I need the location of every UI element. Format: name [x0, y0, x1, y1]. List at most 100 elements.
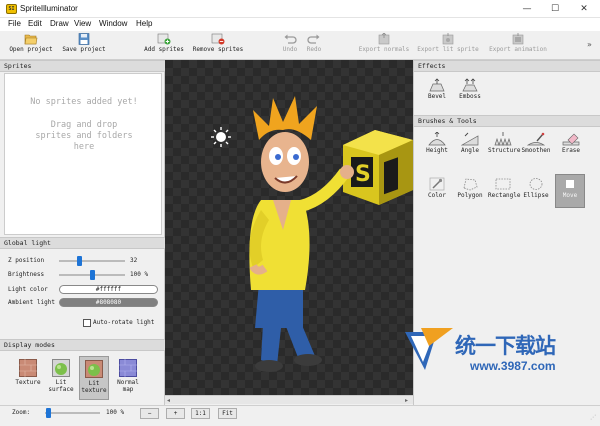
menu-draw[interactable]: Draw	[50, 19, 69, 28]
effects-header: Effects	[414, 60, 600, 72]
watermark-logo-icon	[405, 328, 453, 370]
smoothen-brush-icon	[527, 132, 545, 146]
zoom-1-1-button[interactable]: 1:1	[191, 408, 210, 419]
remove-sprites-button[interactable]: Remove sprites	[190, 33, 246, 58]
auto-rotate-label: Auto-rotate light	[93, 319, 155, 326]
light-color-label: Light color	[8, 286, 48, 293]
color-picker-icon	[429, 177, 445, 191]
brightness-label: Brightness	[8, 271, 45, 278]
emboss-icon	[462, 78, 478, 92]
menu-edit[interactable]: Edit	[28, 19, 42, 28]
menu-window[interactable]: Window	[99, 19, 127, 28]
open-project-button[interactable]: Open project	[8, 33, 54, 58]
ambient-light-picker[interactable]: #808080	[59, 298, 158, 307]
sprites-drop-area[interactable]: No sprites added yet! Drag and drop spri…	[4, 73, 162, 235]
zoom-out-button[interactable]: −	[140, 408, 159, 419]
normal-map-icon	[119, 359, 137, 377]
resize-grip-icon[interactable]: ⋰	[590, 414, 598, 422]
save-disk-icon	[78, 33, 90, 45]
zoom-slider-thumb[interactable]	[45, 408, 51, 418]
app-logo-icon: SI	[6, 4, 17, 14]
maximize-button[interactable]: ☐	[541, 0, 569, 18]
export-normals-icon	[378, 33, 390, 45]
tool-polygon-button[interactable]: Polygon	[455, 175, 485, 209]
zoom-in-button[interactable]: +	[166, 408, 185, 419]
undo-button[interactable]: Undo	[280, 33, 300, 58]
tool-move-button[interactable]: Move	[555, 174, 585, 208]
brushes-tools-header: Brushes & Tools	[414, 115, 600, 127]
canvas-horizontal-scrollbar[interactable]: ◂ ▸	[165, 395, 413, 404]
eraser-icon	[562, 133, 580, 146]
sprites-hint-line: here	[73, 142, 95, 152]
tool-erase-button[interactable]: Erase	[556, 130, 586, 164]
display-mode-normal-map[interactable]: Normal map	[113, 356, 143, 400]
z-position-label: Z position	[8, 257, 45, 264]
display-modes-header: Display modes	[0, 339, 165, 351]
export-animation-button[interactable]: Export animation	[487, 33, 549, 58]
texture-icon	[19, 359, 37, 377]
display-mode-lit-texture[interactable]: Lit texture	[79, 356, 109, 400]
brightness-slider-thumb[interactable]	[90, 270, 95, 280]
minimize-button[interactable]: —	[513, 0, 541, 18]
close-button[interactable]: ✕	[570, 0, 598, 18]
tool-color-button[interactable]: Color	[422, 175, 452, 209]
zoom-label: Zoom:	[12, 409, 31, 416]
export-lit-sprite-icon	[442, 33, 454, 45]
window-title: SpriteIlluminator	[20, 4, 78, 13]
polygon-select-icon	[463, 178, 478, 191]
tool-smoothen-button[interactable]: Smoothen	[521, 130, 551, 164]
toolbar: Open project Save project Add sprites Re…	[0, 31, 600, 60]
sprites-empty-title: No sprites added yet!	[30, 97, 138, 107]
zoom-value: 100 %	[106, 409, 125, 416]
export-normals-button[interactable]: Export normals	[358, 33, 410, 58]
bevel-icon	[429, 78, 445, 92]
remove-sprite-icon	[211, 33, 225, 45]
undo-icon	[284, 34, 297, 44]
global-light-header: Global light	[0, 237, 165, 249]
menu-view[interactable]: View	[74, 19, 91, 28]
auto-rotate-checkbox[interactable]	[83, 319, 91, 327]
brightness-value: 100 %	[130, 271, 149, 278]
tool-structure-button[interactable]: Structure	[488, 130, 521, 164]
ambient-light-label: Ambient light	[8, 299, 55, 306]
zoom-fit-button[interactable]: Fit	[218, 408, 237, 419]
tool-rectangle-button[interactable]: Rectangle	[488, 175, 521, 209]
redo-icon	[307, 34, 320, 44]
light-source-icon	[211, 127, 231, 147]
add-sprite-icon	[157, 33, 171, 45]
sprites-panel-header: Sprites	[0, 60, 165, 72]
move-icon	[566, 180, 574, 188]
scroll-left-arrow-icon[interactable]: ◂	[167, 397, 170, 404]
z-position-value: 32	[130, 257, 138, 264]
redo-button[interactable]: Redo	[304, 33, 324, 58]
display-mode-lit-surface[interactable]: Lit surface	[46, 356, 76, 400]
tool-height-button[interactable]: Height	[422, 130, 452, 164]
tool-angle-button[interactable]: Angle	[455, 130, 485, 164]
z-position-slider[interactable]	[59, 260, 125, 262]
svg-text:S: S	[355, 162, 371, 187]
height-brush-icon	[428, 132, 446, 146]
sprite-canvas[interactable]: S	[165, 60, 413, 395]
menu-help[interactable]: Help	[136, 19, 152, 28]
toolbar-overflow-button[interactable]: »	[587, 40, 592, 49]
structure-brush-icon	[494, 132, 512, 146]
z-position-slider-thumb[interactable]	[76, 256, 82, 266]
sprites-hint-line: Drag and drop	[50, 120, 118, 130]
folder-open-icon	[24, 34, 38, 45]
menu-file[interactable]: File	[8, 19, 21, 28]
add-sprites-button[interactable]: Add sprites	[142, 33, 186, 58]
export-animation-icon	[512, 33, 524, 45]
zoom-slider[interactable]	[45, 412, 100, 414]
light-color-picker[interactable]: #ffffff	[59, 285, 158, 294]
angle-brush-icon	[461, 132, 479, 146]
scroll-right-arrow-icon[interactable]: ▸	[405, 397, 408, 404]
effect-bevel-button[interactable]: Bevel	[422, 76, 452, 110]
menu-bar: File Edit Draw View Window Help	[0, 18, 600, 31]
tool-ellipse-button[interactable]: Ellipse	[521, 175, 551, 209]
sprites-hint-line: sprites and folders	[35, 131, 133, 141]
status-bar	[0, 405, 600, 426]
effect-emboss-button[interactable]: Emboss	[455, 76, 485, 110]
display-mode-texture[interactable]: Texture	[13, 356, 43, 400]
export-lit-sprite-button[interactable]: Export lit sprite	[417, 33, 479, 58]
save-project-button[interactable]: Save project	[60, 33, 108, 58]
